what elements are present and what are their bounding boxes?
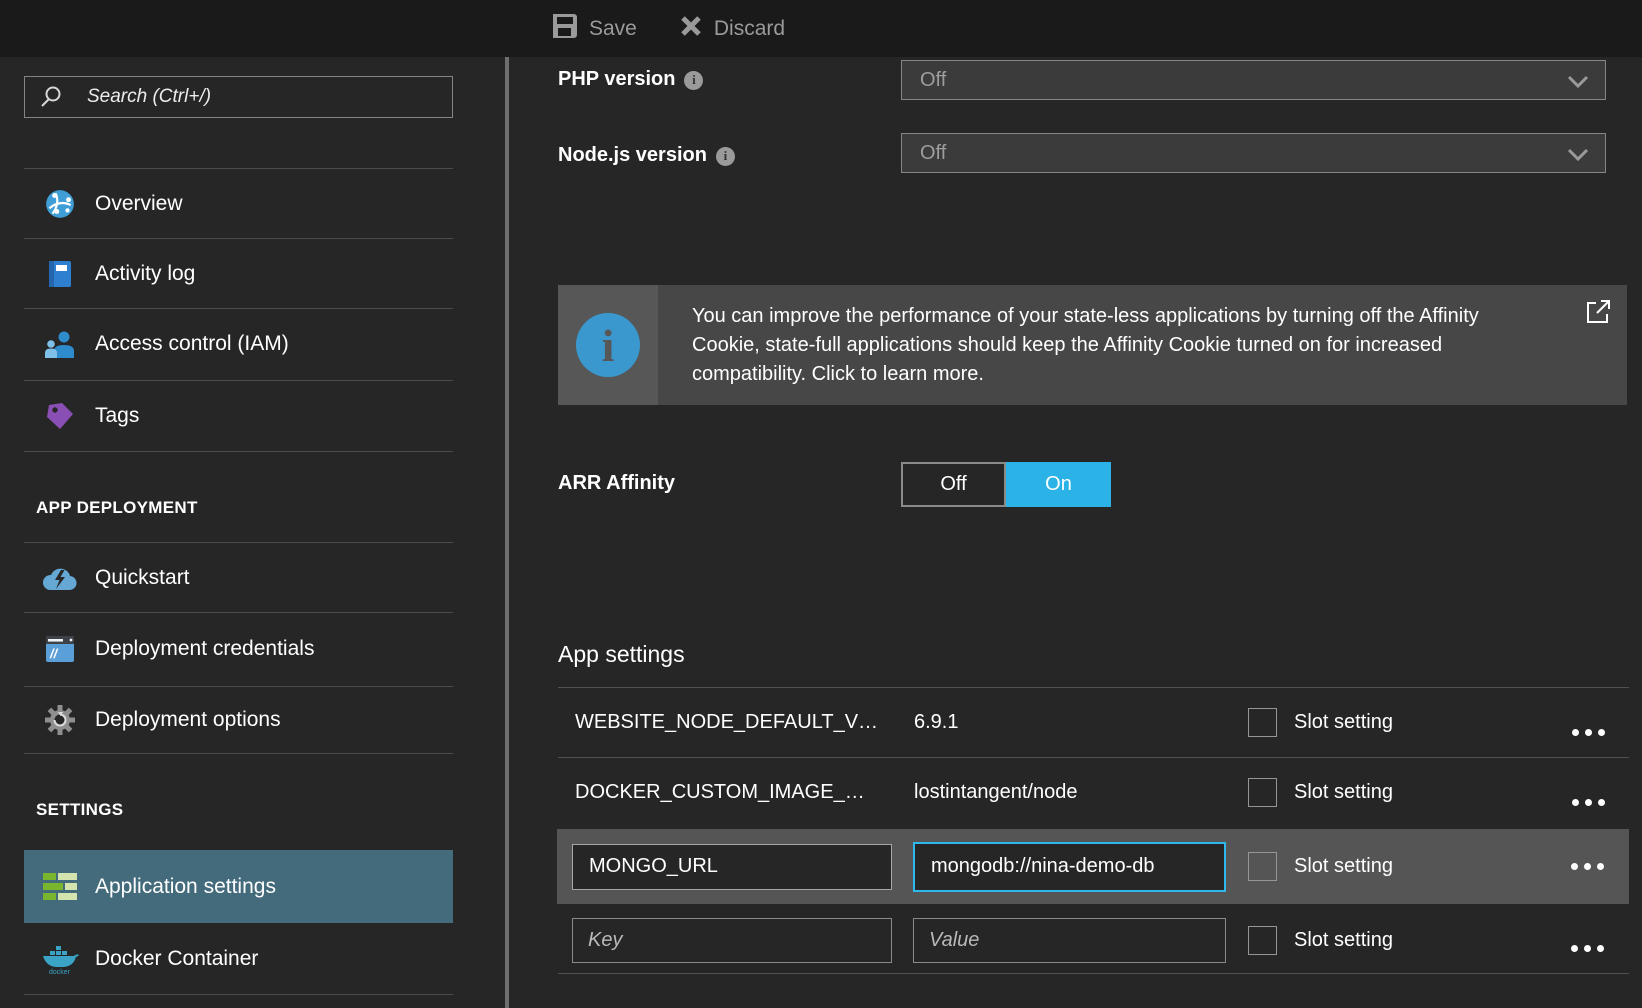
sidebar-item-docker-container[interactable]: docker Docker Container [24, 923, 453, 994]
slot-setting-checkbox[interactable] [1248, 926, 1277, 955]
sidebar-item-label: Quickstart [95, 566, 190, 590]
node-version-label: Node.js version [558, 144, 707, 167]
divider [558, 973, 1629, 974]
node-version-label-row: Node.js version i [558, 141, 735, 169]
search-icon [39, 85, 63, 109]
sliders-icon [41, 870, 79, 904]
slot-setting-label: Slot setting [1294, 855, 1393, 878]
slot-setting-checkbox[interactable] [1248, 852, 1277, 881]
sidebar-item-label: Deployment options [95, 708, 281, 732]
docker-caption: docker [49, 969, 71, 975]
slot-setting-checkbox[interactable] [1248, 778, 1277, 807]
slot-setting-label: Slot setting [1294, 929, 1393, 952]
divider [24, 451, 453, 452]
app-setting-row: WEBSITE_NODE_DEFAULT_V… 6.9.1 Slot setti… [558, 687, 1629, 757]
row-menu-button[interactable] [1571, 945, 1604, 952]
slot-setting-label: Slot setting [1294, 781, 1393, 804]
save-button[interactable]: Save [552, 13, 637, 45]
azure-portal-app-settings-screen: Save Discard Overview [0, 0, 1642, 1008]
console-window-icon: // [41, 632, 79, 666]
discard-button[interactable]: Discard [679, 14, 785, 44]
arr-affinity-label: ARR Affinity [558, 469, 675, 497]
app-setting-row: DOCKER_CUSTOM_IMAGE_… lostintangent/node… [558, 757, 1629, 827]
setting-key: DOCKER_CUSTOM_IMAGE_… [558, 781, 914, 804]
docker-whale-icon: docker [41, 942, 79, 976]
sidebar-item-deployment-credentials[interactable]: // Deployment credentials [24, 613, 453, 685]
info-banner-text: You can improve the performance of your … [658, 302, 1537, 389]
discard-label: Discard [714, 17, 785, 41]
sidebar-item-label: Application settings [95, 875, 276, 899]
gear-icon [41, 703, 79, 737]
tag-icon [41, 399, 79, 433]
save-label: Save [589, 17, 637, 41]
sidebar-item-deployment-options[interactable]: Deployment options [24, 687, 453, 753]
globe-icon [41, 187, 79, 221]
search-box [24, 76, 453, 118]
app-setting-row-editing: Slot setting [557, 829, 1629, 904]
sidebar-item-label: Overview [95, 192, 183, 216]
arr-affinity-toggle: Off On [901, 462, 1111, 507]
sidebar-item-label: Deployment credentials [95, 637, 314, 661]
info-icon: i [716, 147, 735, 166]
discard-x-icon [679, 14, 703, 44]
book-icon [41, 257, 79, 291]
info-circle-icon: i [576, 313, 640, 377]
node-version-dropdown[interactable]: Off [901, 133, 1606, 173]
php-version-label-row: PHP version i [558, 65, 703, 93]
divider [24, 753, 453, 754]
php-version-value: Off [920, 69, 946, 92]
sidebar-item-label: Tags [95, 404, 139, 428]
sidebar-item-tags[interactable]: Tags [24, 381, 453, 450]
setting-key: WEBSITE_NODE_DEFAULT_V… [558, 711, 914, 734]
save-icon [552, 13, 578, 45]
app-setting-new-row: Slot setting [558, 910, 1629, 970]
setting-value: lostintangent/node [914, 781, 1248, 804]
new-value-input[interactable] [913, 918, 1226, 963]
sidebar-item-label: Activity log [95, 262, 195, 286]
arr-affinity-off-button[interactable]: Off [901, 462, 1006, 507]
sidebar-item-access-control[interactable]: Access control (IAM) [24, 309, 453, 378]
new-key-input[interactable] [572, 918, 892, 963]
setting-value-input[interactable] [913, 842, 1226, 892]
sidebar-item-label: Access control (IAM) [95, 332, 289, 356]
row-menu-button[interactable] [1572, 729, 1605, 736]
sidebar-item-activity-log[interactable]: Activity log [24, 239, 453, 308]
chevron-down-icon [1567, 75, 1589, 88]
people-icon [41, 327, 79, 361]
svg-text://: // [49, 646, 59, 661]
section-header-settings: SETTINGS [36, 800, 123, 820]
php-version-dropdown[interactable]: Off [901, 60, 1606, 100]
divider [24, 994, 453, 995]
affinity-info-banner[interactable]: i You can improve the performance of you… [558, 285, 1627, 405]
row-menu-button[interactable] [1571, 863, 1604, 870]
slot-setting-label: Slot setting [1294, 711, 1393, 734]
sidebar-item-overview[interactable]: Overview [24, 169, 453, 238]
sidebar-item-application-settings[interactable]: Application settings [24, 850, 453, 923]
setting-key-input[interactable] [572, 844, 892, 890]
info-icon: i [684, 71, 703, 90]
external-link-icon[interactable] [1583, 297, 1613, 327]
sidebar-item-quickstart[interactable]: Quickstart [24, 543, 453, 612]
info-icon-square: i [558, 285, 658, 405]
node-version-value: Off [920, 142, 946, 165]
command-bar: Save Discard [0, 0, 1642, 57]
setting-value: 6.9.1 [914, 711, 1248, 734]
php-version-label: PHP version [558, 68, 675, 91]
application-settings-panel: PHP version i Off Node.js version i Off … [509, 57, 1642, 1008]
slot-setting-checkbox[interactable] [1248, 708, 1277, 737]
sidebar: Overview Activity log Access control (IA… [0, 57, 505, 1008]
cloud-bolt-icon [41, 561, 79, 595]
chevron-down-icon [1567, 148, 1589, 161]
arr-affinity-on-button[interactable]: On [1006, 462, 1111, 507]
row-menu-button[interactable] [1572, 799, 1605, 806]
search-input[interactable] [85, 85, 452, 109]
app-settings-title: App settings [558, 641, 685, 668]
sidebar-item-label: Docker Container [95, 947, 258, 971]
section-header-app-deployment: APP DEPLOYMENT [36, 498, 198, 518]
